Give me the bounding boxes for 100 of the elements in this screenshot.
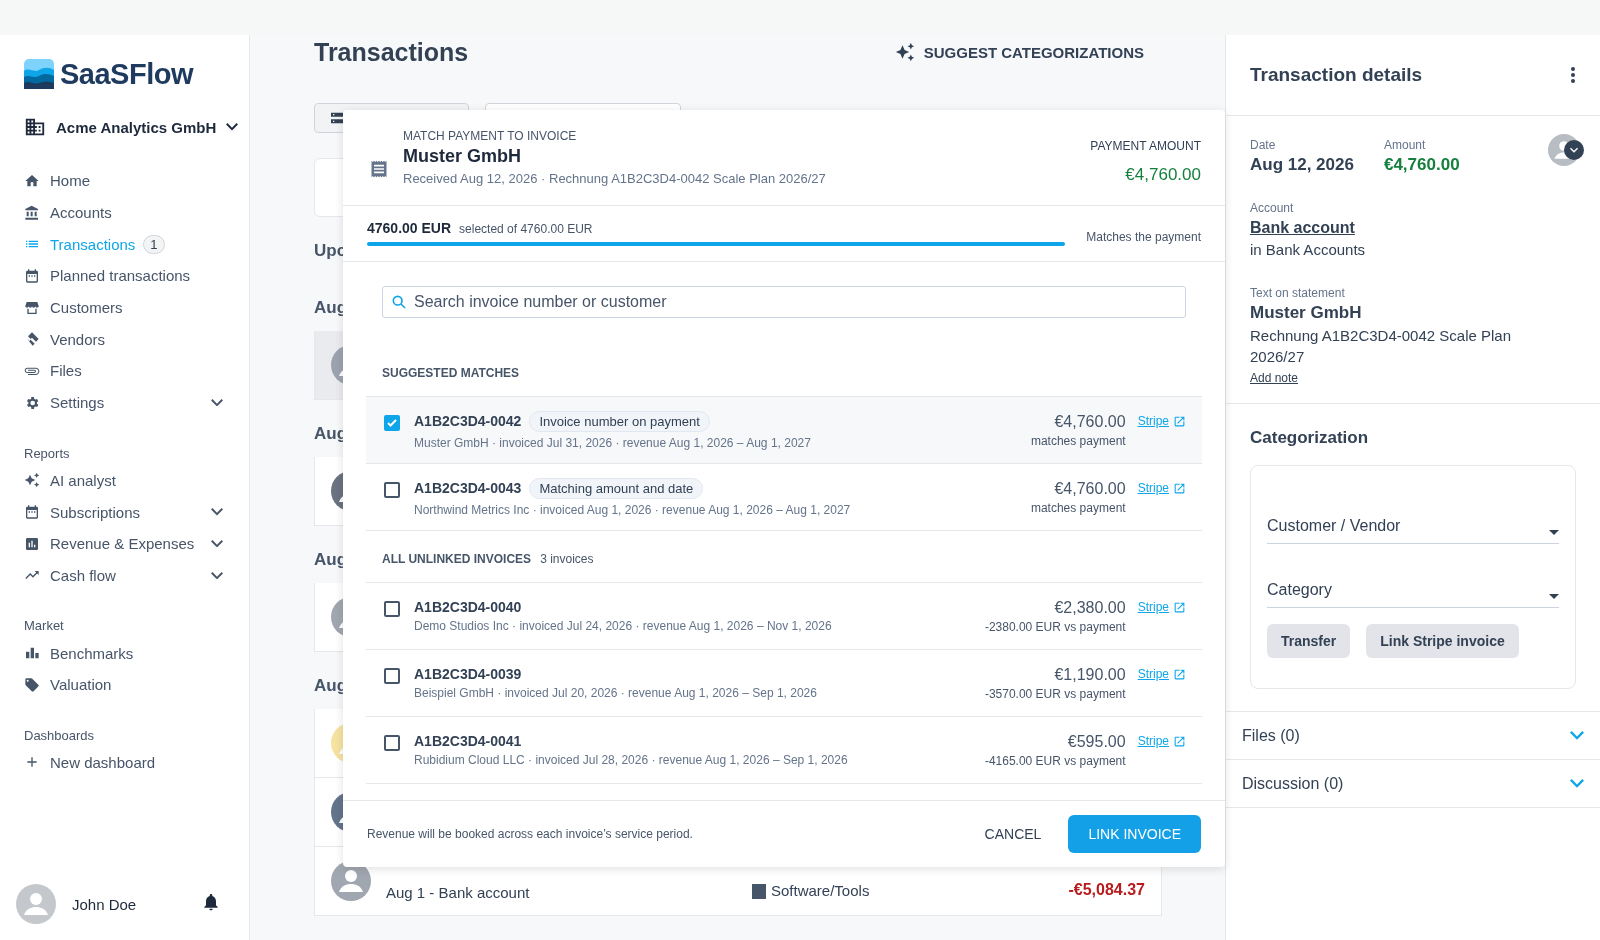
home-icon xyxy=(24,172,40,189)
select-field[interactable]: Category xyxy=(1267,552,1559,608)
suggest-button[interactable]: SUGGEST CATEGORIZATIONS xyxy=(894,42,1144,62)
nav-item[interactable]: Home xyxy=(24,165,249,197)
nav-item[interactable]: New dashboard xyxy=(24,746,249,779)
calendar-icon xyxy=(24,504,40,521)
payment-amount: €4,760.00 xyxy=(1125,165,1201,185)
statement-title: Muster GmbH xyxy=(1250,303,1362,323)
selected-of-text: selected of 4760.00 EUR xyxy=(459,222,593,236)
chevron-down-icon xyxy=(1570,779,1584,788)
amount-note: matches payment xyxy=(1030,433,1126,448)
category-label: Software/Tools xyxy=(751,882,870,899)
panel-title: Transaction details xyxy=(1250,64,1423,86)
invoice-row[interactable]: A1B2C3D4-0043 Matching amount and date Northwind Metrics Inc · invoiced Aug 1, 2026 · revenue Aug 1, 2026 – Aug 1, 2027 €4,760.00 matches payment Stripe xyxy=(366,464,1202,531)
logo-icon xyxy=(24,59,54,89)
checkbox[interactable] xyxy=(384,668,400,684)
invoice-details: Beispiel GmbH · invoiced Jul 20, 2026 · revenue Aug 1, 2026 – Sep 1, 2026 xyxy=(414,686,817,700)
checkbox[interactable] xyxy=(384,601,400,617)
nav-item[interactable]: Valuation xyxy=(24,668,249,701)
nav-item[interactable]: Vendors xyxy=(24,323,249,356)
nav-item[interactable]: Cash flow xyxy=(24,559,249,592)
nav-item[interactable]: Transactions 1 xyxy=(24,228,249,261)
invoice-row[interactable]: A1B2C3D4-0040 Demo Studios Inc · invoiced Jul 24, 2026 · revenue Aug 1, 2026 – Nov 1, 2026 €2,380.00 -2380.00 EUR vs payment Stripe xyxy=(366,583,1202,650)
invoice-number: A1B2C3D4-0041 xyxy=(414,733,522,749)
invoice-details: Demo Studios Inc · invoiced Jul 24, 2026 · revenue Aug 1, 2026 – Nov 1, 2026 xyxy=(414,619,832,633)
nav-section-title: Reports xyxy=(24,444,70,463)
accordion-header[interactable]: Files (0) xyxy=(1226,712,1600,760)
checkbox[interactable] xyxy=(384,735,400,751)
nav-item[interactable]: Subscriptions xyxy=(24,496,249,528)
cancel-button[interactable]: CANCEL xyxy=(976,818,1050,850)
organization-switcher[interactable]: Acme Analytics GmbH xyxy=(24,113,249,141)
avatar-icon xyxy=(16,884,56,924)
checkbox[interactable] xyxy=(384,415,400,431)
invoice-number: A1B2C3D4-0040 xyxy=(414,599,522,615)
checkbox[interactable] xyxy=(384,482,400,498)
search-field[interactable]: Search invoice number or customer xyxy=(382,286,1186,318)
add-note-link[interactable]: Add note xyxy=(1250,371,1299,385)
external-link-icon xyxy=(1173,667,1186,681)
section-title: Categorization xyxy=(1250,428,1369,447)
invoice-count: 3 invoices xyxy=(540,552,594,566)
bell-icon xyxy=(201,892,221,912)
invoice-row[interactable]: A1B2C3D4-0041 Rubidium Cloud LLC · invoiced Jul 28, 2026 · revenue Aug 1, 2026 – Sep 1, 2026 €595.00 -4165.00 EUR vs payment Stripe xyxy=(366,717,1202,784)
server-icon xyxy=(329,110,345,126)
search-icon xyxy=(391,294,407,310)
amount-note: -4165.00 EUR vs payment xyxy=(984,753,1126,768)
nav-item[interactable]: AI analyst xyxy=(24,464,249,497)
check-icon xyxy=(386,417,398,429)
nav-item[interactable]: Settings xyxy=(24,386,249,419)
invoice-row[interactable]: A1B2C3D4-0039 Beispiel GmbH · invoiced Jul 20, 2026 · revenue Aug 1, 2026 – Sep 1, 2026 €1,190.00 -3570.00 EUR vs payment Stripe xyxy=(366,650,1202,717)
amount-note: matches payment xyxy=(1030,500,1126,515)
chevron-down-icon xyxy=(226,123,239,131)
select-field[interactable]: Customer / Vendor xyxy=(1267,488,1559,544)
nav-item[interactable]: Customers xyxy=(24,291,249,324)
nav-item[interactable]: Files xyxy=(24,355,249,387)
section-title: ALL UNLINKED INVOICES xyxy=(382,552,532,566)
caret-down-icon xyxy=(1549,530,1559,535)
dialog-title: Muster GmbH xyxy=(403,146,522,167)
action-button[interactable]: Link Stripe invoice xyxy=(1366,624,1519,658)
nav-section-title: Market xyxy=(24,617,64,636)
invoice-details: Northwind Metrics Inc · invoiced Aug 1, 2026 · revenue Aug 1, 2026 – Aug 1, 2027 xyxy=(414,502,851,517)
nav-item[interactable]: Revenue & Expenses xyxy=(24,527,249,560)
count-badge: 1 xyxy=(143,234,165,254)
chevron-down-icon xyxy=(1570,731,1584,740)
invoice-number: A1B2C3D4-0042 xyxy=(414,413,522,429)
footer-note: Revenue will be booked across each invoice’s service period. xyxy=(367,827,693,841)
amount-value: €4,760.00 xyxy=(1383,155,1460,175)
amount-note: -2380.00 EUR vs payment xyxy=(984,619,1126,634)
invoice-details: Muster GmbH · invoiced Jul 31, 2026 · revenue Aug 1, 2026 – Aug 1, 2027 xyxy=(414,435,811,450)
dialog-kicker: MATCH PAYMENT TO INVOICE xyxy=(403,129,578,143)
nav-item[interactable]: Accounts xyxy=(24,196,249,229)
invoice-amount: €595.00 xyxy=(1067,732,1126,751)
receipt-icon xyxy=(369,159,389,179)
external-link-icon xyxy=(1173,600,1186,614)
storefront-icon xyxy=(24,299,40,316)
settings-icon xyxy=(24,394,40,411)
match-status: Matches the payment xyxy=(1086,230,1201,244)
more-options-icon[interactable] xyxy=(1570,66,1576,84)
bar-chart-icon xyxy=(24,535,40,552)
nav-item[interactable]: Benchmarks xyxy=(24,637,249,669)
tag-icon xyxy=(24,676,40,693)
bank-icon xyxy=(24,204,40,221)
invoice-number: A1B2C3D4-0043 xyxy=(414,480,522,496)
user-name: John Doe xyxy=(72,895,138,913)
amount-note: -3570.00 EUR vs payment xyxy=(984,686,1126,701)
invoice-amount: €4,760.00 xyxy=(1054,412,1126,431)
statement-text: Rechnung A1B2C3D4-0042 Scale Plan 2026/27 xyxy=(1250,326,1512,367)
invoice-number: A1B2C3D4-0039 xyxy=(414,666,522,682)
nav-section-title: Dashboards xyxy=(24,726,95,745)
dialog-subtitle: Received Aug 12, 2026 · Rechnung A1B2C3D4-0042 Scale Plan 2026/27 xyxy=(403,171,826,186)
dropdown-button[interactable] xyxy=(1564,140,1584,160)
amount-label: PAYMENT AMOUNT xyxy=(1090,139,1201,153)
invoice-amount: €2,380.00 xyxy=(1054,598,1126,617)
transaction-meta: Aug 1 - Bank account xyxy=(386,884,531,901)
action-button[interactable]: Transfer xyxy=(1267,624,1351,658)
invoice-amount: €4,760.00 xyxy=(1054,479,1126,498)
nav-item[interactable]: Planned transactions xyxy=(24,260,249,292)
accordion-header[interactable]: Discussion (0) xyxy=(1226,760,1600,808)
account-link[interactable]: Bank account xyxy=(1250,219,1355,237)
match-reason-tag: Invoice number on payment xyxy=(529,410,710,432)
external-link-icon xyxy=(1173,481,1186,495)
